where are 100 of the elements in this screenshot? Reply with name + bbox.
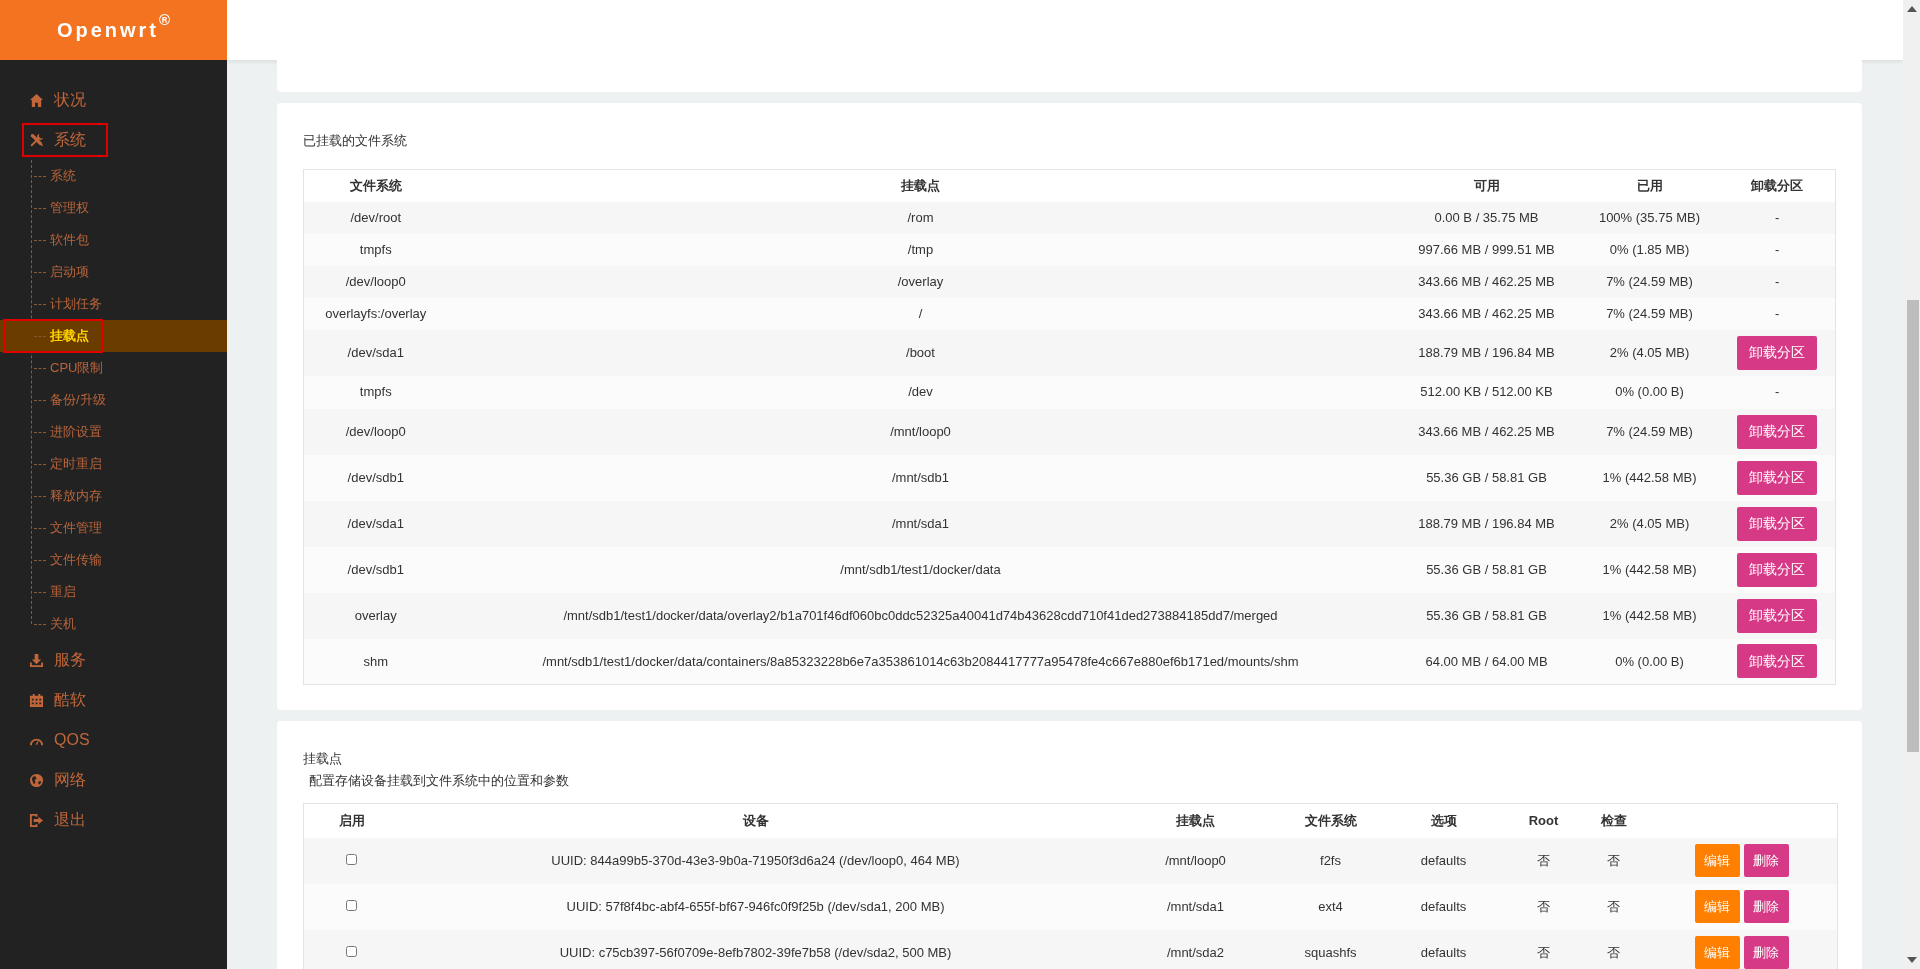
section-title: 挂载点: [303, 750, 343, 768]
download-icon: [29, 652, 44, 668]
column-header: 文件系统: [1279, 803, 1382, 838]
delete-button[interactable]: 删除: [1743, 844, 1789, 877]
table-cell: 否: [1505, 929, 1582, 969]
table-cell: /dev/loop0: [303, 265, 448, 298]
delete-button[interactable]: 删除: [1743, 935, 1789, 969]
submenu-item[interactable]: CPU限制: [0, 352, 227, 384]
delete-button[interactable]: 删除: [1743, 890, 1789, 923]
edit-button[interactable]: 编辑: [1694, 890, 1740, 923]
menu-item[interactable]: 酷软: [22, 683, 108, 717]
unmount-button[interactable]: 卸载分区: [1737, 644, 1818, 679]
table-cell: 188.79 MB / 196.84 MB: [1393, 329, 1580, 376]
table-cell: /rom: [447, 201, 1394, 234]
table-cell: /boot: [447, 329, 1394, 376]
table-cell: 0.00 B / 35.75 MB: [1393, 201, 1580, 234]
edit-button[interactable]: 编辑: [1694, 844, 1740, 877]
table-cell: 64.00 MB / 64.00 MB: [1393, 638, 1580, 685]
table-cell: defaults: [1381, 837, 1506, 884]
brand-logo[interactable]: Openwrt$^{®}$: [0, 0, 227, 60]
submenu-item[interactable]: 释放内存: [0, 480, 227, 512]
column-header: 检查: [1581, 803, 1646, 838]
table-cell: 0% (0.00 B): [1579, 375, 1720, 409]
menu-label: 软件包: [50, 231, 89, 250]
table-cell: /dev/sdb1: [303, 546, 448, 593]
menu-label: 系统: [50, 167, 76, 186]
table-cell: 1% (442.58 MB): [1579, 592, 1720, 639]
table-cell: 997.66 MB / 999.51 MB: [1393, 233, 1580, 266]
menu-item[interactable]: 系统: [22, 123, 108, 157]
table-cell: UUID: 57f8f4bc-abf4-655f-bf67-946fc0f9f25b (/dev/sda1, 200 MB): [399, 883, 1112, 930]
submenu-item[interactable]: 文件传输: [0, 544, 227, 576]
submenu-item[interactable]: 挂载点: [0, 320, 227, 352]
table-cell: /mnt/loop0: [447, 408, 1394, 455]
table-cell: 343.66 MB / 462.25 MB: [1393, 265, 1580, 298]
unmount-button[interactable]: 卸载分区: [1737, 506, 1818, 541]
tools-icon: [29, 132, 44, 148]
table-cell: squashfs: [1279, 929, 1382, 969]
table-cell: overlayfs:/overlay: [303, 297, 448, 330]
menu-item[interactable]: 网络: [22, 763, 108, 797]
table-cell: -: [1719, 265, 1836, 298]
submenu-item[interactable]: 启动项: [0, 256, 227, 288]
table-cell: tmpfs: [303, 233, 448, 266]
submenu-item[interactable]: 备份/升级: [0, 384, 227, 416]
table-cell: 2% (4.05 MB): [1579, 500, 1720, 547]
menu-label: 管理权: [50, 199, 89, 218]
submenu-item[interactable]: 定时重启: [0, 448, 227, 480]
menu-label: 文件传输: [50, 551, 102, 570]
submenu-item[interactable]: 系统: [0, 160, 227, 192]
table-cell: 343.66 MB / 462.25 MB: [1393, 408, 1580, 455]
column-header: 设备: [399, 803, 1112, 838]
table-cell: -: [1719, 375, 1836, 409]
table-cell: overlay: [303, 592, 448, 639]
unmount-button[interactable]: 卸载分区: [1737, 460, 1818, 495]
table-cell: 否: [1505, 837, 1582, 884]
menu-label: 重启: [50, 583, 76, 602]
scroll-up-icon[interactable]: [1907, 6, 1917, 12]
table-cell: defaults: [1381, 929, 1506, 969]
table-cell: 否: [1505, 883, 1582, 930]
enable-checkbox[interactable]: [346, 853, 358, 865]
menu-item[interactable]: 状况: [22, 83, 108, 117]
submenu-item[interactable]: 管理权: [0, 192, 227, 224]
scrollbar-thumb[interactable]: [1907, 300, 1919, 752]
column-header: 卸载分区: [1719, 169, 1836, 202]
menu-item[interactable]: QOS: [22, 723, 112, 757]
column-header: 挂载点: [447, 169, 1394, 202]
submenu-item[interactable]: 软件包: [0, 224, 227, 256]
table-cell: -: [1719, 297, 1836, 330]
table-cell: /mnt/sda2: [1111, 929, 1280, 969]
table-cell: shm: [303, 638, 448, 685]
submenu-item[interactable]: 进阶设置: [0, 416, 227, 448]
menu-item[interactable]: 退出: [22, 803, 108, 837]
enable-checkbox[interactable]: [346, 945, 358, 957]
submenu-item[interactable]: 文件管理: [0, 512, 227, 544]
unmount-button[interactable]: 卸载分区: [1737, 598, 1818, 633]
menu-item[interactable]: 服务: [22, 643, 108, 677]
column-header: 挂载点: [1111, 803, 1280, 838]
scroll-down-icon[interactable]: [1907, 957, 1917, 963]
table-cell: 7% (24.59 MB): [1579, 408, 1720, 455]
submenu-item[interactable]: 关机: [0, 608, 227, 640]
table-cell: defaults: [1381, 883, 1506, 930]
table-cell: 7% (24.59 MB): [1579, 265, 1720, 298]
unmount-button[interactable]: 卸载分区: [1737, 552, 1818, 587]
section-title: 已挂载的文件系统: [303, 132, 408, 150]
table-cell: 否: [1581, 929, 1646, 969]
menu-label: 计划任务: [50, 295, 102, 314]
enable-checkbox[interactable]: [346, 899, 358, 911]
table-cell: /dev/sdb1: [303, 454, 448, 501]
unmount-button[interactable]: 卸载分区: [1737, 414, 1818, 449]
table-cell: /mnt/sdb1: [447, 454, 1394, 501]
submenu-item[interactable]: 计划任务: [0, 288, 227, 320]
table-cell: 0% (0.00 B): [1579, 638, 1720, 685]
table-cell: /: [447, 297, 1394, 330]
table-cell: /mnt/sda1: [1111, 883, 1280, 930]
menu-label: 关机: [50, 615, 76, 634]
submenu-item[interactable]: 重启: [0, 576, 227, 608]
menu-label: 定时重启: [50, 455, 102, 474]
unmount-button[interactable]: 卸载分区: [1737, 335, 1818, 370]
menu-label: 释放内存: [50, 487, 102, 506]
calendar-icon: [29, 692, 44, 708]
edit-button[interactable]: 编辑: [1694, 935, 1740, 969]
